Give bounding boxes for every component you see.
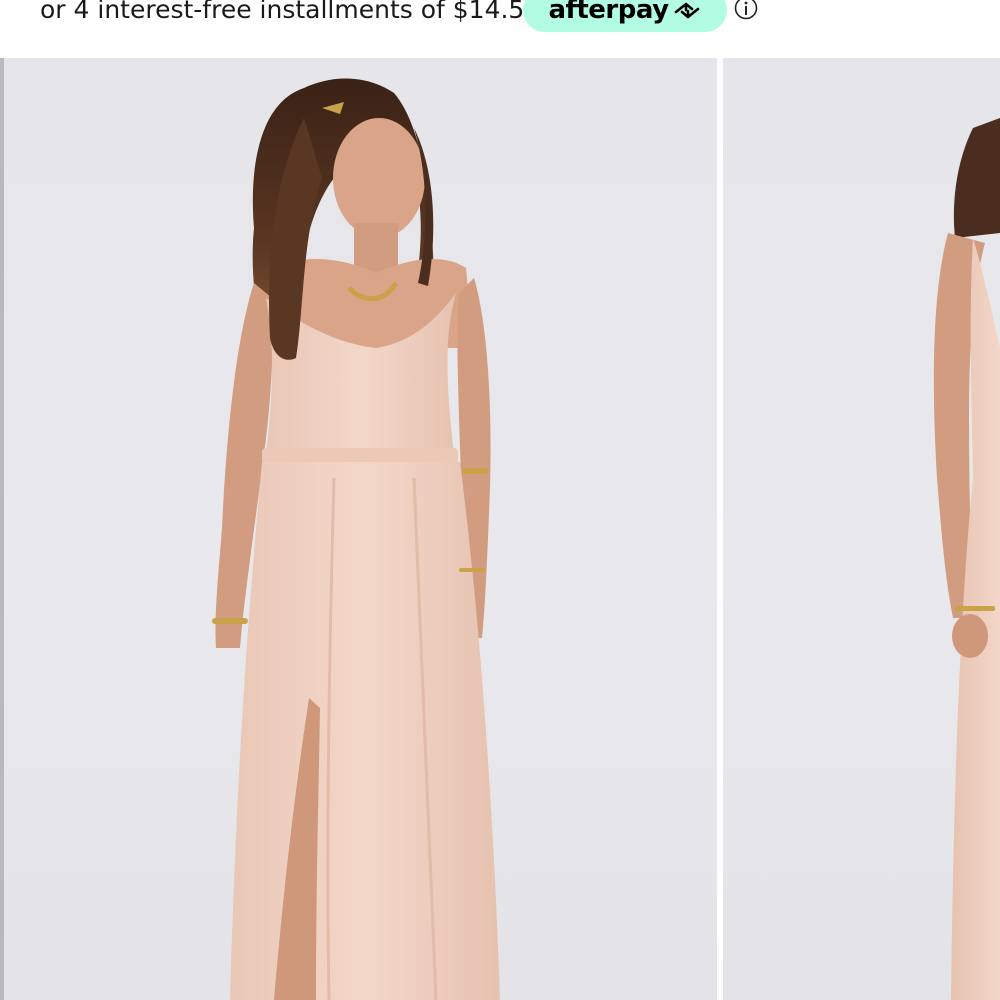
installments-bar: or 4 interest-free installments of $14.5…	[0, 0, 1000, 56]
dress-photo-front	[212, 78, 500, 1000]
dress-photo-side	[933, 118, 1000, 1000]
afterpay-arrows-icon	[674, 2, 699, 19]
product-gallery[interactable]	[0, 58, 1000, 1000]
afterpay-badge[interactable]: afterpay	[523, 0, 727, 32]
info-icon[interactable]	[734, 0, 758, 20]
installments-text: or 4 interest-free installments of $14.5…	[40, 0, 579, 24]
afterpay-wordmark: afterpay	[548, 0, 669, 25]
product-photo-front[interactable]	[4, 58, 717, 1000]
product-photo-back[interactable]	[723, 58, 1000, 1000]
product-page: or 4 interest-free installments of $14.5…	[0, 0, 1000, 1000]
